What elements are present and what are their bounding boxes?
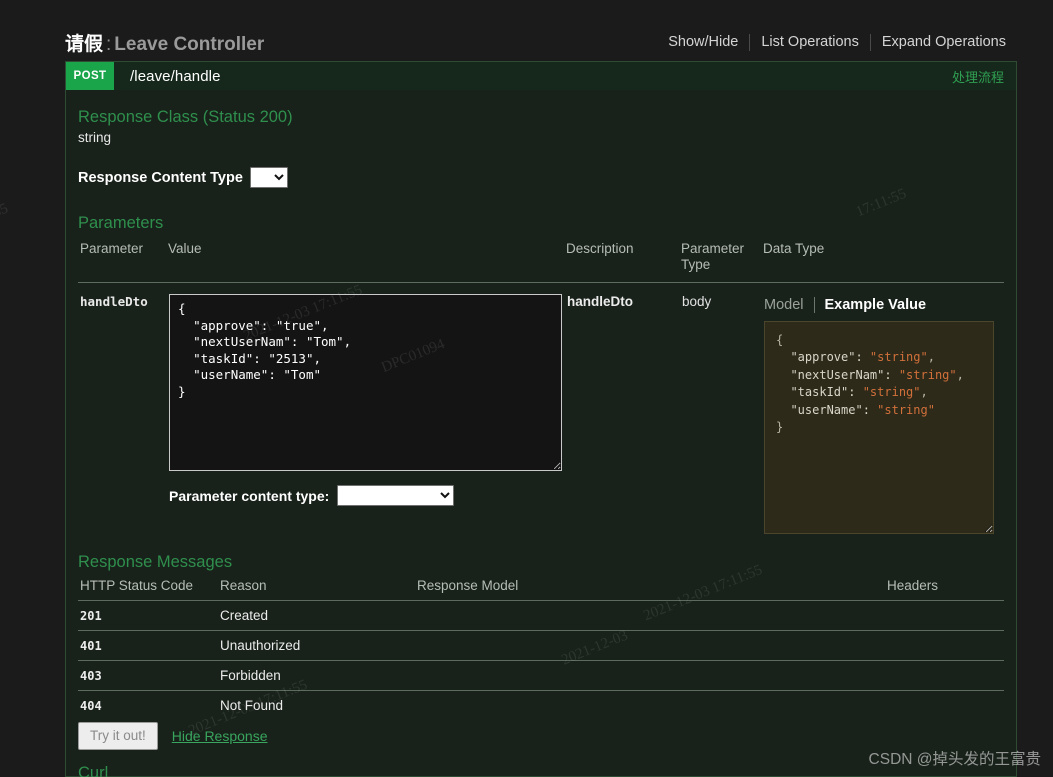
response-content-type-select[interactable] [249, 167, 288, 188]
list-operations-link[interactable]: List Operations [750, 34, 870, 50]
table-row: 403 Forbidden [78, 660, 1004, 692]
watermark-tile: 1:55 [0, 200, 11, 226]
parameter-content-type-row: Parameter content type: [169, 485, 565, 507]
status-code-cell: 401 [78, 630, 220, 662]
http-method-badge: POST [66, 62, 114, 90]
hide-response-link[interactable]: Hide Response [172, 728, 268, 744]
table-row: 404 Not Found [78, 691, 1004, 721]
response-model-cell [417, 660, 887, 692]
col-parameter-type-line1: Parameter [681, 241, 745, 256]
table-row: 401 Unauthorized [78, 630, 1004, 662]
page-title-colon: : [106, 33, 112, 55]
table-row: 201 Created [78, 600, 1004, 632]
response-messages-heading: Response Messages [78, 553, 233, 572]
col-data-type: Data Type [763, 241, 1004, 284]
response-messages-table: HTTP Status Code Reason Response Model H… [78, 578, 1004, 720]
col-headers: Headers [887, 578, 1004, 602]
response-messages-header-row: HTTP Status Code Reason Response Model H… [78, 578, 1004, 602]
headers-cell [887, 630, 1004, 662]
col-http-status-code: HTTP Status Code [78, 578, 220, 602]
reason-cell: Forbidden [220, 660, 417, 692]
operation-block: POST /leave/handle 处理流程 Response Class (… [65, 61, 1017, 777]
parameter-description: handleDto [567, 294, 633, 310]
parameters-table: Parameter Value Description Parameter Ty… [78, 241, 1004, 535]
col-response-model: Response Model [417, 578, 887, 602]
parameter-data-type-cell: Model Example Value { "approve": "string… [763, 283, 1004, 536]
col-parameter: Parameter [78, 241, 168, 284]
response-model-cell [417, 600, 887, 632]
col-parameter-type-line2: Type [681, 256, 711, 272]
parameter-type: body [682, 294, 712, 310]
col-value: Value [168, 241, 566, 284]
page-title-cn: 请假 [65, 33, 104, 55]
operation-actions: Try it out! Hide Response [78, 722, 1004, 751]
reason-cell: Not Found [220, 698, 284, 714]
tab-model[interactable]: Model [764, 297, 815, 314]
table-row: handleDto Parameter content type: handle… [78, 283, 1004, 536]
response-messages-body: 201 Created 401 Unauthorized 403 Forbidden 404… [78, 600, 1004, 721]
reason-cell: Unauthorized [220, 630, 417, 662]
response-model-cell [417, 691, 887, 721]
resource-options: Show/Hide List Operations Expand Operati… [657, 33, 1017, 51]
col-parameter-type: Parameter Type [681, 241, 763, 284]
curl-heading: Curl [78, 764, 109, 777]
operation-content: Response Class (Status 200) string Respo… [66, 90, 1016, 777]
example-value-panel[interactable]: { "approve": "string", "nextUserNam": "s… [764, 321, 994, 535]
request-body-input[interactable] [169, 294, 562, 472]
reason-cell: Created [220, 600, 417, 632]
parameter-value-cell: Parameter content type: [168, 283, 566, 536]
response-content-type-row: Response Content Type [78, 167, 1004, 188]
show-hide-link[interactable]: Show/Hide [657, 34, 749, 50]
operation-summary: 处理流程 [951, 69, 1004, 85]
operation-heading[interactable]: POST /leave/handle 处理流程 [66, 62, 1016, 90]
parameter-content-type-select[interactable] [337, 485, 455, 507]
parameter-name: handleDto [80, 294, 148, 310]
tab-example-value[interactable]: Example Value [815, 297, 927, 313]
parameter-content-type-label: Parameter content type: [169, 487, 330, 504]
resource-header: 请假: Leave Controller Show/Hide List Opera… [65, 22, 1017, 62]
model-tabs: Model Example Value [764, 294, 1003, 314]
status-code-cell: 403 [78, 660, 220, 692]
expand-operations-link[interactable]: Expand Operations [871, 34, 1017, 50]
try-it-out-button[interactable]: Try it out! [78, 722, 158, 751]
response-model-cell [417, 630, 887, 662]
headers-cell [887, 600, 1004, 632]
headers-cell [887, 691, 1004, 721]
col-reason: Reason [220, 578, 417, 602]
response-content-type-label: Response Content Type [78, 169, 243, 186]
response-class-type: string [78, 130, 112, 145]
status-code-cell: 404 [80, 698, 102, 713]
operation-path: /leave/handle [130, 67, 221, 85]
headers-cell [887, 660, 1004, 692]
parameters-heading: Parameters [78, 214, 164, 232]
page-title: 请假: Leave Controller [65, 29, 264, 56]
swagger-ui-page: 请假: Leave Controller Show/Hide List Opera… [0, 0, 1053, 777]
response-class-heading: Response Class (Status 200) [78, 108, 293, 126]
page-title-en: Leave Controller [114, 33, 265, 55]
parameters-header-row: Parameter Value Description Parameter Ty… [78, 241, 1004, 284]
status-code-cell: 201 [78, 600, 220, 632]
col-description: Description [566, 241, 681, 284]
